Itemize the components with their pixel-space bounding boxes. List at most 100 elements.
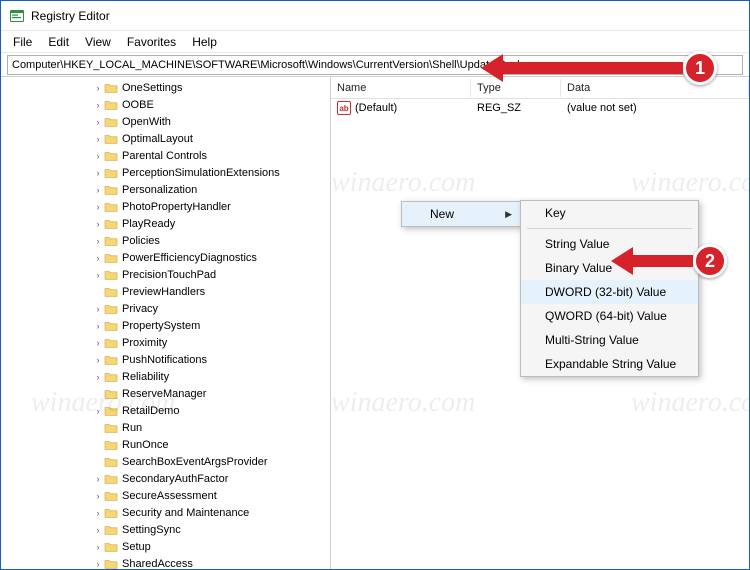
column-data[interactable]: Data	[561, 79, 749, 97]
tree-item[interactable]: ›OneSettings	[15, 79, 330, 96]
tree-item-label: Privacy	[122, 303, 158, 315]
folder-icon	[104, 558, 118, 570]
tree-item-label: SecondaryAuthFactor	[122, 473, 228, 485]
tree-item[interactable]: ›PrecisionTouchPad	[15, 266, 330, 283]
tree-item-label: Security and Maintenance	[122, 507, 249, 519]
tree-item-label: PowerEfficiencyDiagnostics	[122, 252, 257, 264]
context-menu-new[interactable]: New ▶ Key String Value Binary Value	[402, 202, 520, 226]
submenu-key[interactable]: Key	[521, 201, 698, 225]
tree-item[interactable]: ›PushNotifications	[15, 351, 330, 368]
chevron-right-icon[interactable]: ›	[93, 100, 103, 110]
string-value-icon: ab	[337, 101, 351, 115]
chevron-right-icon[interactable]: ›	[93, 355, 103, 365]
tree-item[interactable]: › Proximity	[15, 334, 330, 351]
chevron-right-icon[interactable]: ›	[93, 304, 103, 314]
chevron-right-icon[interactable]: ›	[93, 253, 103, 263]
folder-icon	[104, 99, 118, 111]
address-input[interactable]	[7, 55, 743, 75]
tree-item[interactable]: › SharedAccess	[15, 555, 330, 569]
tree-item[interactable]: › Security and Maintenance	[15, 504, 330, 521]
chevron-right-icon[interactable]: ›	[93, 338, 103, 348]
chevron-right-icon[interactable]: ›	[93, 83, 103, 93]
tree-item[interactable]: › OOBE	[15, 96, 330, 113]
value-row[interactable]: ab (Default) REG_SZ (value not set)	[331, 99, 749, 117]
column-name[interactable]: Name	[331, 79, 471, 97]
chevron-right-icon[interactable]: ›	[93, 525, 103, 535]
tree-item-label: Run	[122, 422, 142, 434]
menu-edit[interactable]: Edit	[40, 33, 77, 51]
submenu-separator	[527, 228, 692, 229]
tree-item-label: Parental Controls	[122, 150, 207, 162]
tree-item[interactable]: ›PhotoPropertyHandler	[15, 198, 330, 215]
folder-icon	[104, 235, 118, 247]
chevron-right-icon[interactable]: ›	[93, 202, 103, 212]
menu-bar: File Edit View Favorites Help	[1, 31, 749, 53]
menu-help[interactable]: Help	[184, 33, 225, 51]
tree-item-label: PlayReady	[122, 218, 175, 230]
submenu-dword-value[interactable]: DWORD (32-bit) Value	[521, 280, 698, 304]
submenu-qword-value[interactable]: QWORD (64-bit) Value	[521, 304, 698, 328]
chevron-right-icon[interactable]: ›	[93, 406, 103, 416]
tree-item[interactable]: ›RetailDemo	[15, 402, 330, 419]
tree-item[interactable]: ›PreviewHandlers	[15, 283, 330, 300]
submenu-multi-string-value[interactable]: Multi-String Value	[521, 328, 698, 352]
tree-item[interactable]: ›SearchBoxEventArgsProvider	[15, 453, 330, 470]
tree-item[interactable]: ›OpenWith	[15, 113, 330, 130]
chevron-right-icon[interactable]: ›	[93, 372, 103, 382]
tree-item[interactable]: › Reliability	[15, 368, 330, 385]
chevron-right-icon[interactable]: ›	[93, 491, 103, 501]
folder-icon	[104, 371, 118, 383]
tree-item[interactable]: ›RunOnce	[15, 436, 330, 453]
chevron-right-icon[interactable]: ›	[93, 168, 103, 178]
submenu-string-value[interactable]: String Value	[521, 232, 698, 256]
tree-item-label: Personalization	[122, 184, 197, 196]
tree-item[interactable]: › PerceptionSimulationExtensions	[15, 164, 330, 181]
chevron-right-icon[interactable]: ›	[93, 134, 103, 144]
tree-item[interactable]: › PowerEfficiencyDiagnostics	[15, 249, 330, 266]
tree-item[interactable]: ›OptimalLayout	[15, 130, 330, 147]
chevron-right-icon[interactable]: ›	[93, 508, 103, 518]
tree-item[interactable]: › SecondaryAuthFactor	[15, 470, 330, 487]
registry-tree[interactable]: ›OneSettings›OOBE›OpenWith›OptimalLayout…	[1, 77, 331, 569]
submenu-binary-value[interactable]: Binary Value	[521, 256, 698, 280]
folder-icon	[104, 201, 118, 213]
tree-item[interactable]: › PlayReady	[15, 215, 330, 232]
tree-item[interactable]: ›SecureAssessment	[15, 487, 330, 504]
chevron-right-icon[interactable]: ›	[93, 236, 103, 246]
menu-file[interactable]: File	[5, 33, 40, 51]
tree-item-label: OOBE	[122, 99, 154, 111]
tree-item-label: Proximity	[122, 337, 167, 349]
tree-item[interactable]: ›SettingSync	[15, 521, 330, 538]
chevron-right-icon[interactable]: ›	[93, 559, 103, 569]
menu-view[interactable]: View	[77, 33, 119, 51]
tree-item[interactable]: ›ReserveManager	[15, 385, 330, 402]
chevron-right-icon[interactable]: ›	[93, 185, 103, 195]
folder-icon	[104, 116, 118, 128]
tree-item[interactable]: ›Setup	[15, 538, 330, 555]
values-body[interactable]: ab (Default) REG_SZ (value not set) New …	[331, 99, 749, 569]
chevron-right-icon[interactable]: ›	[93, 270, 103, 280]
tree-item-label: Reliability	[122, 371, 169, 383]
submenu-expandable-string-value[interactable]: Expandable String Value	[521, 352, 698, 376]
chevron-right-icon[interactable]: ›	[93, 219, 103, 229]
tree-item[interactable]: › Parental Controls	[15, 147, 330, 164]
tree-item-label: SharedAccess	[122, 558, 193, 570]
chevron-right-icon[interactable]: ›	[93, 151, 103, 161]
chevron-right-icon[interactable]: ›	[93, 321, 103, 331]
tree-item[interactable]: › Privacy	[15, 300, 330, 317]
folder-icon	[104, 303, 118, 315]
menu-favorites[interactable]: Favorites	[119, 33, 184, 51]
tree-item[interactable]: ›PropertySystem	[15, 317, 330, 334]
chevron-right-icon[interactable]: ›	[93, 117, 103, 127]
tree-item[interactable]: ›Run	[15, 419, 330, 436]
tree-item[interactable]: ›Policies	[15, 232, 330, 249]
chevron-right-icon[interactable]: ›	[93, 542, 103, 552]
folder-icon	[104, 507, 118, 519]
tree-item[interactable]: › Personalization	[15, 181, 330, 198]
context-submenu-new: Key String Value Binary Value DWORD (32-…	[520, 200, 699, 377]
column-type[interactable]: Type	[471, 79, 561, 97]
tree-item-label: SearchBoxEventArgsProvider	[122, 456, 268, 468]
tree-item-label: PerceptionSimulationExtensions	[122, 167, 280, 179]
folder-icon	[104, 252, 118, 264]
chevron-right-icon[interactable]: ›	[93, 474, 103, 484]
